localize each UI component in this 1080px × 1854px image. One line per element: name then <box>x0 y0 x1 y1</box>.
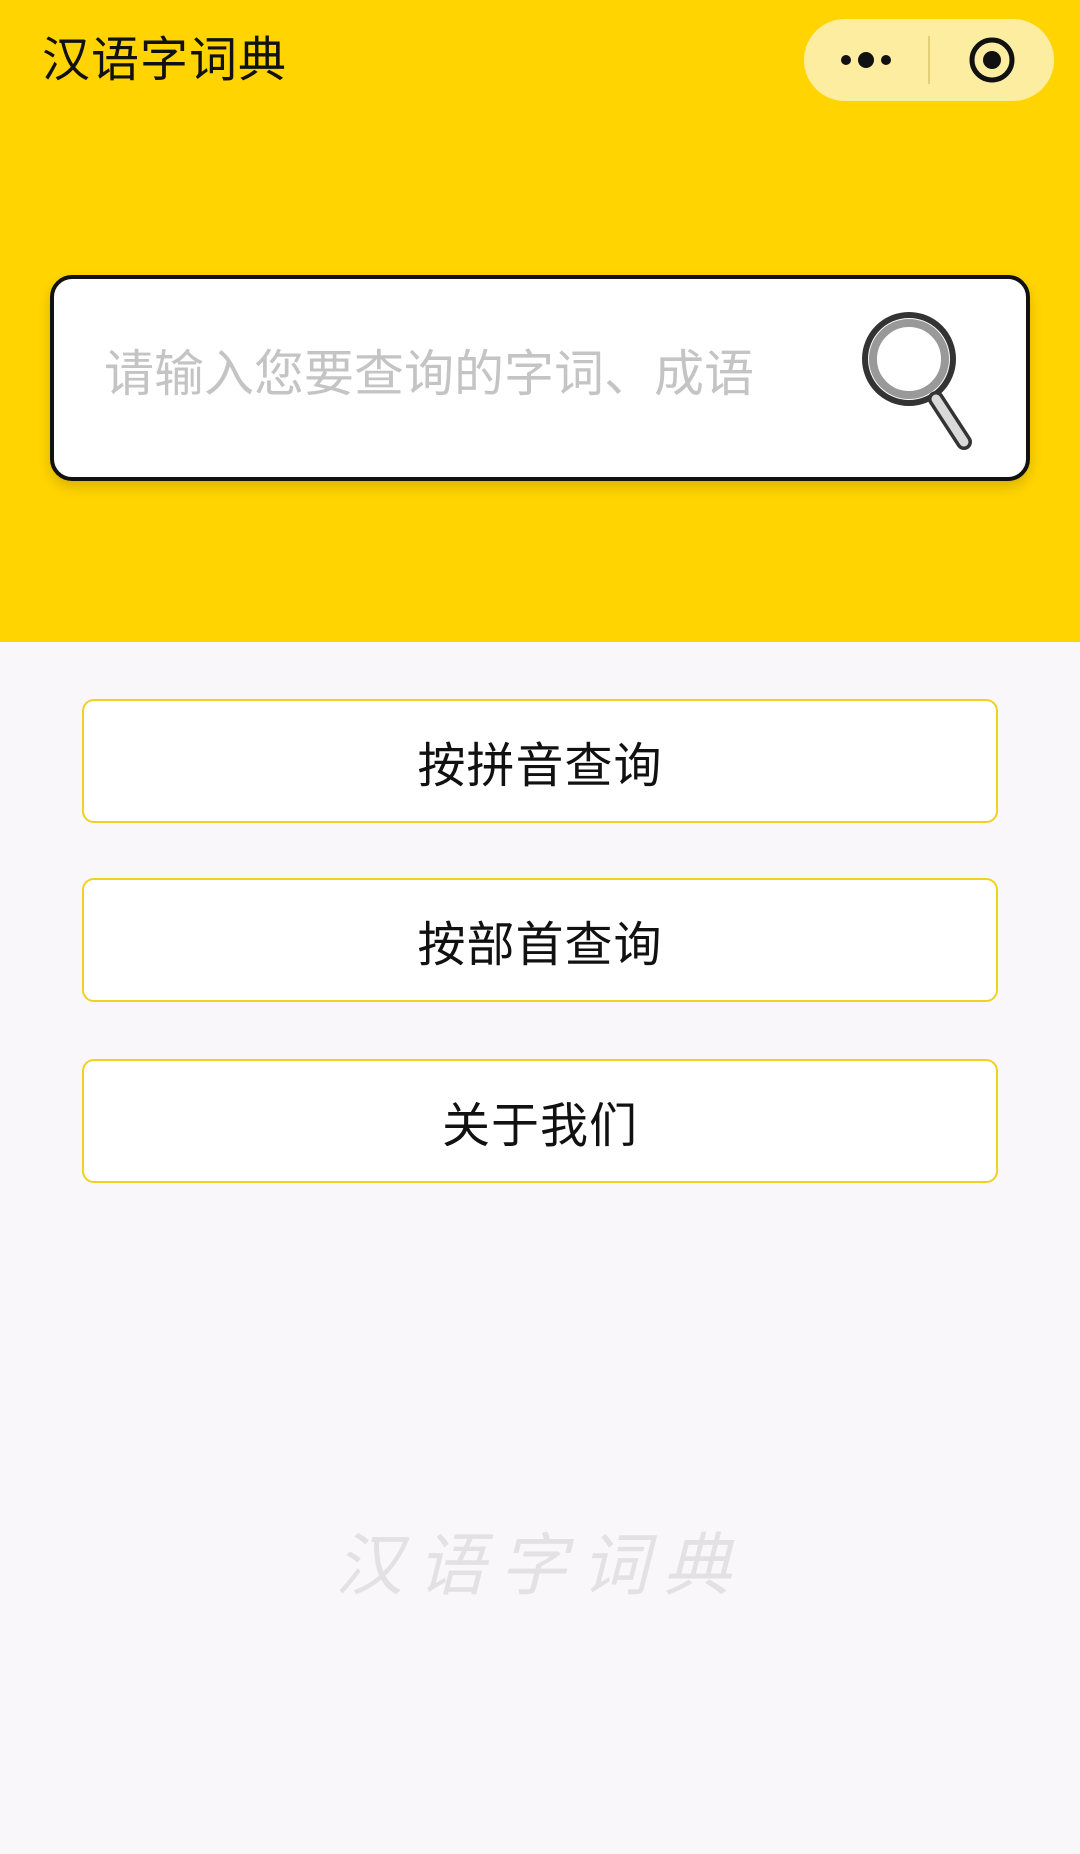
mini-program-capsule <box>804 19 1054 101</box>
header-banner: 汉语字词典 <box>0 0 1080 642</box>
app-title: 汉语字词典 <box>42 32 288 88</box>
magnifier-icon[interactable] <box>854 309 994 459</box>
pinyin-search-button[interactable]: 按拼音查询 <box>82 699 998 823</box>
about-us-label: 关于我们 <box>441 1098 638 1154</box>
pinyin-search-label: 按拼音查询 <box>417 738 663 794</box>
radical-search-button[interactable]: 按部首查询 <box>82 878 998 1002</box>
search-box <box>50 275 1030 481</box>
more-button[interactable] <box>804 19 928 101</box>
radical-search-label: 按部首查询 <box>417 917 663 973</box>
target-circle-icon <box>969 37 1015 83</box>
search-input[interactable] <box>104 324 834 424</box>
more-dots-icon <box>841 52 891 68</box>
about-us-button[interactable]: 关于我们 <box>82 1059 998 1183</box>
close-button[interactable] <box>930 19 1054 101</box>
footer-watermark: 汉语字词典 <box>334 1527 745 1606</box>
